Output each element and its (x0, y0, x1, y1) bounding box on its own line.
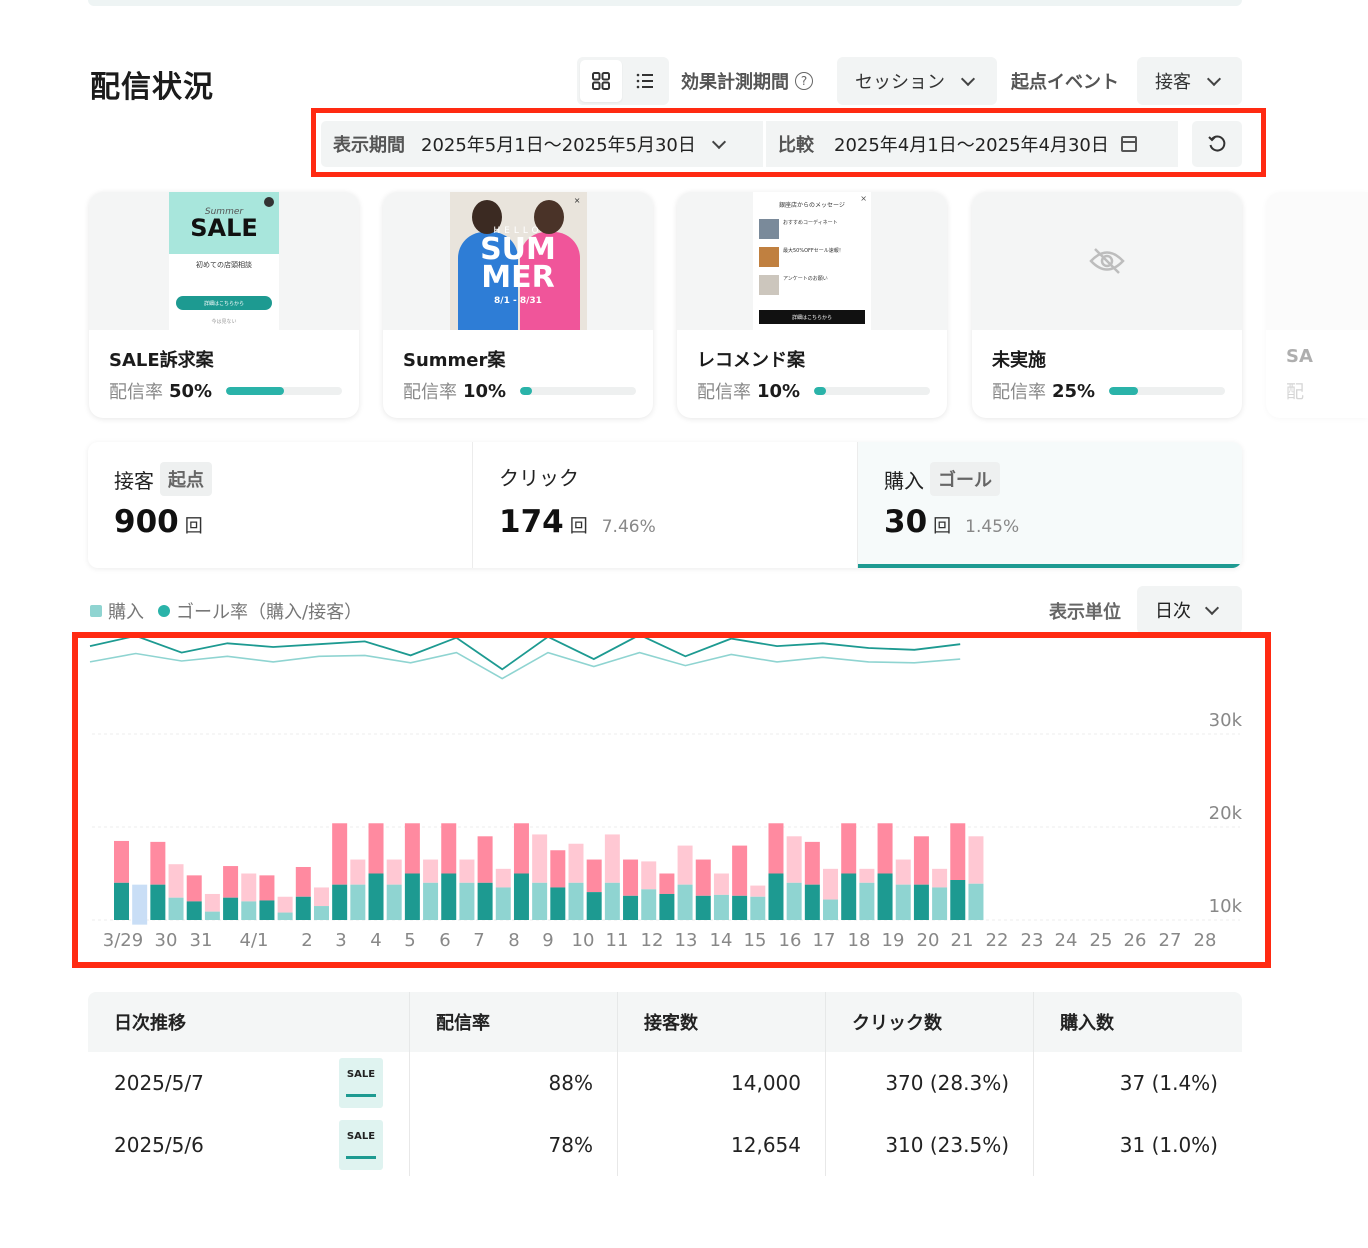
daily-table: 日次推移 配信率 接客数 クリック数 購入数 2025/5/7 SALE 88%… (88, 992, 1242, 1176)
table-row[interactable]: 2025/5/6 SALE 78% 12,654 310 (23.5%) 31 … (88, 1114, 1242, 1176)
chart-highlight (72, 632, 1271, 968)
table-row[interactable]: 2025/5/7 SALE 88% 14,000 370 (28.3%) 37 … (88, 1052, 1242, 1114)
col-header-visits: 接客数 (618, 992, 826, 1052)
col-header-rate: 配信率 (410, 992, 618, 1052)
col-header-clicks: クリック数 (826, 992, 1034, 1052)
col-header-purchases: 購入数 (1060, 1013, 1114, 1034)
creative-thumbnail: SALE (339, 1058, 383, 1108)
creative-thumbnail: SALE (339, 1120, 383, 1170)
col-header-date: 日次推移 (88, 992, 410, 1052)
table-header: 日次推移 配信率 接客数 クリック数 購入数 (88, 992, 1242, 1052)
